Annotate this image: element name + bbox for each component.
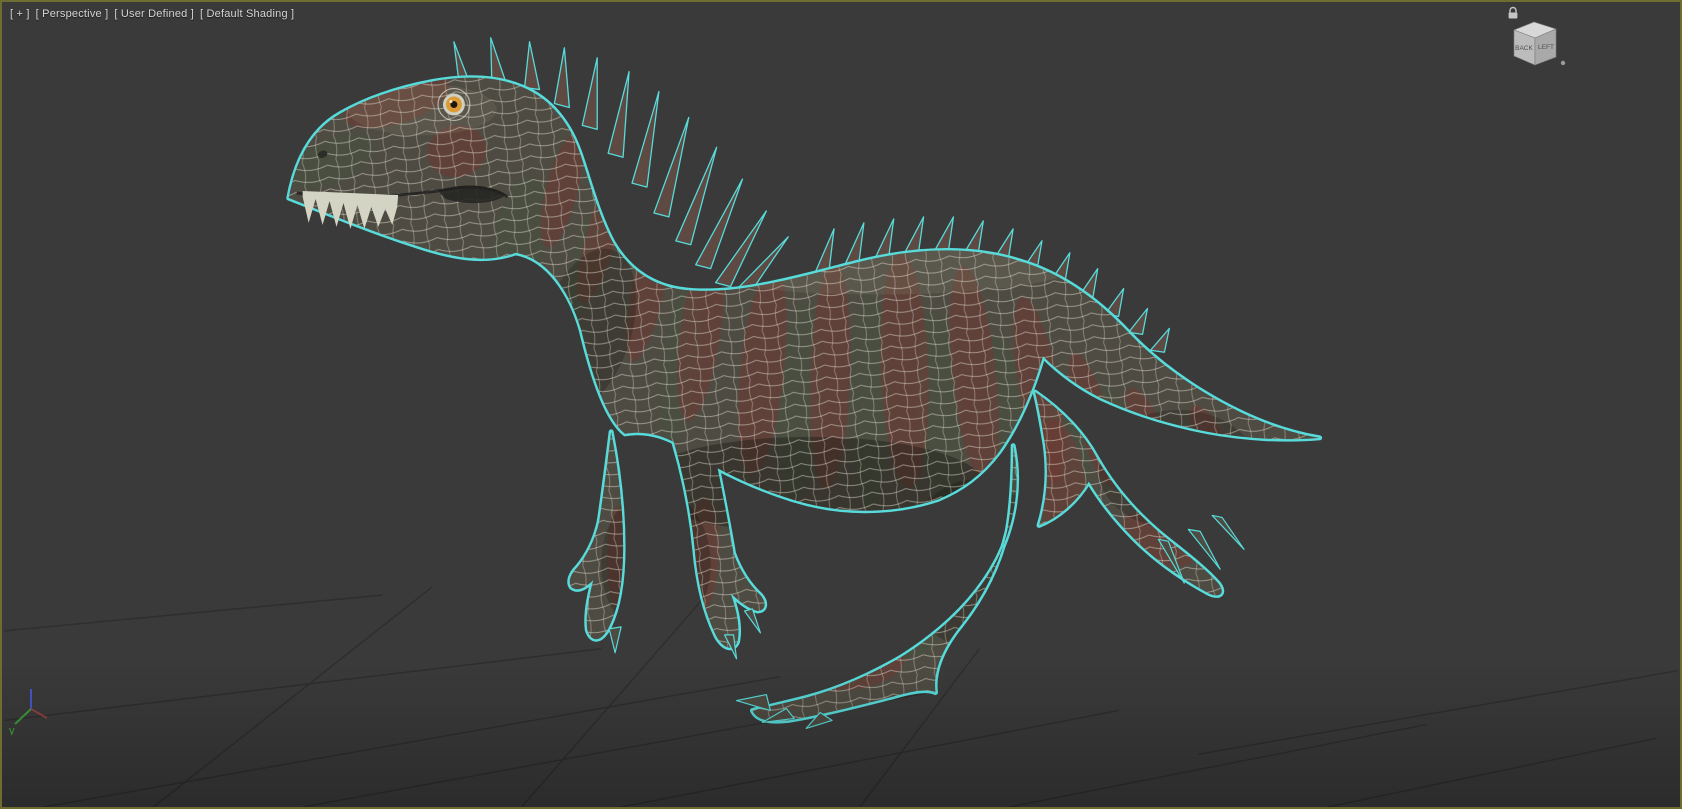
perspective-viewport[interactable]: [ + ] [ Perspective ] [ User Defined ] [… [0,0,1682,809]
viewport-label-bar: [ + ] [ Perspective ] [ User Defined ] [… [10,8,294,20]
viewport-menu-point-of-view[interactable]: [ Perspective ] [36,8,109,20]
viewcube-orbit-dot[interactable] [1560,60,1566,66]
viewport-menu-shading[interactable]: [ Default Shading ] [200,8,294,20]
dinosaur-skin-texture [288,77,1320,722]
axis-x-line [30,708,48,719]
viewport-canvas [4,37,1678,807]
axis-y-line [14,708,32,725]
viewcube[interactable]: BACK LEFT [1502,10,1568,72]
axis-y-label: y [9,725,15,735]
viewcube-face-back-label: BACK [1515,45,1533,52]
viewcube-face-left-label: LEFT [1538,44,1554,51]
viewport-menu-view-name[interactable]: [ User Defined ] [114,8,194,20]
world-axis-gizmo: y [9,689,48,735]
viewport-menu-general[interactable]: [ + ] [10,8,30,20]
